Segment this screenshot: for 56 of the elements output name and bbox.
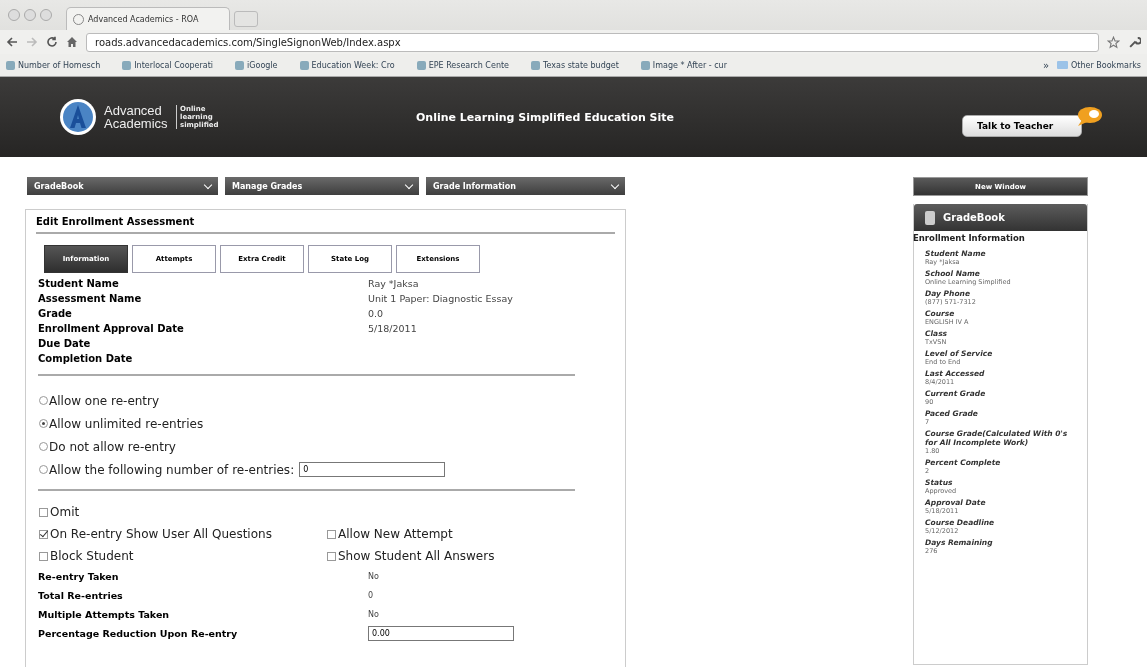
book-icon — [925, 210, 935, 225]
bookmark[interactable]: iGoogle — [235, 60, 278, 70]
field-label: Re-entry Taken — [38, 571, 120, 582]
wrench-icon[interactable] — [1128, 35, 1141, 49]
bookmark[interactable]: Image * After - cur — [640, 60, 727, 70]
field-value: No — [368, 610, 379, 619]
site-title: Online Learning Simplified Education Site — [416, 110, 674, 124]
field-label: Student Name — [38, 278, 120, 289]
bookmark[interactable]: Education Week: Cro — [299, 60, 395, 70]
text-field[interactable]: 0.00 — [368, 626, 514, 641]
logo-icon — [58, 97, 98, 137]
field-value: 0 — [368, 591, 374, 600]
field-label: Total Re-entries — [38, 590, 124, 601]
radio-option[interactable]: Allow the following number of re-entries: — [39, 462, 295, 477]
address-bar[interactable]: roads.advancedacademics.com/SingleSignonWeb/Index.aspx — [86, 32, 1099, 52]
back-icon[interactable] — [6, 36, 18, 48]
checkbox-option[interactable]: Allow New Attempt — [327, 527, 615, 541]
sidebar-title: GradeBook — [943, 212, 1005, 223]
field-value: 5/18/2011 — [368, 323, 417, 334]
bookmark[interactable]: Interlocal Cooperati — [122, 60, 214, 70]
field-label: Due Date — [38, 338, 92, 349]
reload-icon[interactable] — [46, 36, 58, 48]
field-label: Percentage Reduction Upon Re-entry — [38, 628, 239, 639]
logo-text: Advanced Academics — [104, 104, 169, 130]
field-value: Ray *Jaksa — [368, 278, 419, 289]
checkbox-option[interactable]: Omit — [39, 505, 369, 519]
field-label: Completion Date — [38, 353, 134, 364]
section-title: Enrollment Information — [913, 232, 1026, 245]
checkbox-option[interactable]: Show Student All Answers — [327, 549, 615, 563]
dropdown-menu[interactable]: GradeBook — [27, 177, 218, 195]
field-label: Grade — [38, 308, 73, 319]
number-field[interactable]: 0 — [299, 462, 446, 477]
dropdown-menu[interactable]: Grade Information — [426, 177, 625, 195]
browser-tab[interactable]: Advanced Academics - ROA — [66, 7, 230, 30]
field-value: Unit 1 Paper: Diagnostic Essay — [368, 293, 513, 304]
radio-option[interactable]: Allow unlimited re-entries — [39, 416, 204, 431]
other-bookmarks-folder[interactable]: Other Bookmarks — [1057, 60, 1141, 70]
dropdown-menu[interactable]: Manage Grades — [225, 177, 419, 195]
more-bookmarks-button[interactable]: » — [1042, 59, 1050, 71]
talk-to-teacher-button[interactable]: Talk to Teacher — [962, 115, 1082, 137]
checkbox-option[interactable]: On Re-entry Show User All Questions — [39, 527, 327, 541]
field-value: No — [368, 572, 379, 581]
radio-option[interactable]: Allow one re-entry — [39, 393, 160, 408]
radio-option[interactable]: Do not allow re-entry — [39, 439, 176, 454]
bookmark[interactable]: EPE Research Cente — [416, 60, 509, 70]
checkbox-option[interactable]: Block Student — [39, 549, 327, 563]
home-icon[interactable] — [66, 36, 78, 48]
field-label: Multiple Attempts Taken — [38, 609, 171, 620]
field-label: Assessment Name — [38, 293, 143, 304]
star-icon[interactable] — [1107, 35, 1120, 49]
bookmark[interactable]: Number of Homesch — [6, 60, 101, 70]
panel-title: Edit Enrollment Assessment — [36, 210, 615, 234]
field-label: Enrollment Approval Date — [38, 323, 185, 334]
tab-title: Advanced Academics - ROA — [88, 14, 199, 24]
bookmark[interactable]: Texas state budget — [531, 60, 619, 70]
field-value: 0.0 — [368, 308, 384, 319]
